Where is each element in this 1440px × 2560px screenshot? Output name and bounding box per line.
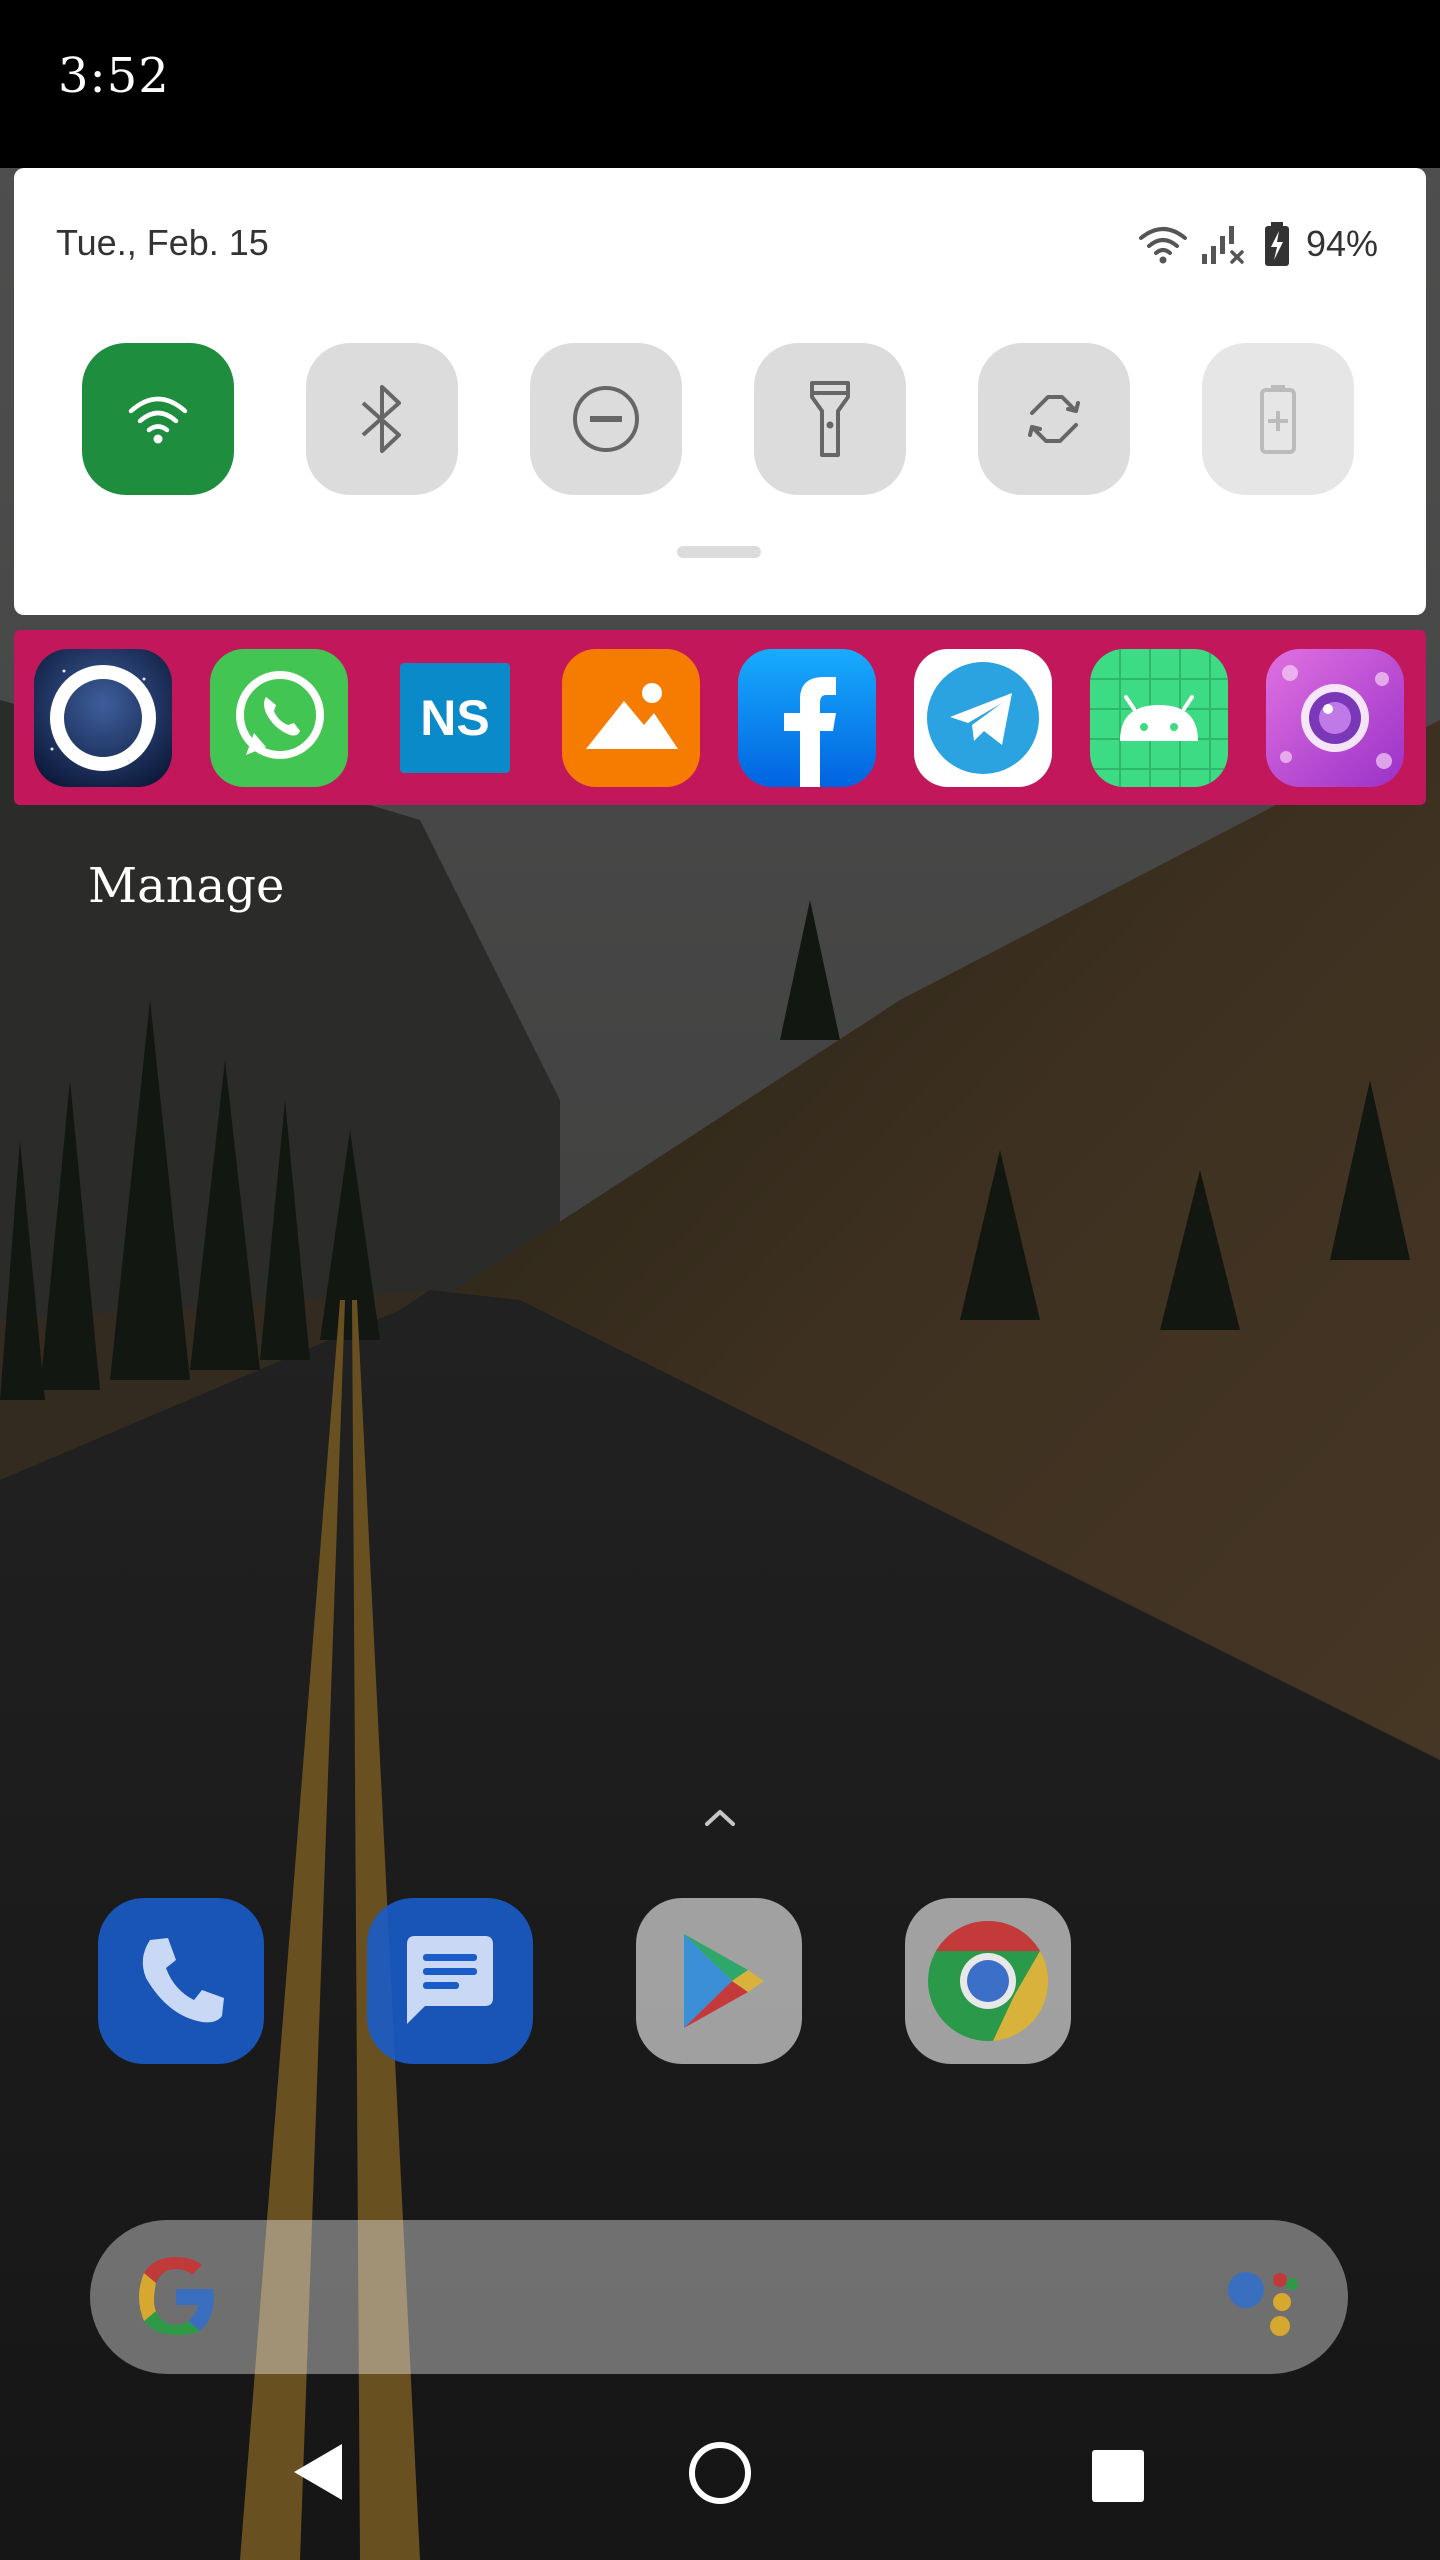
messages-icon[interactable] [367,1898,533,2064]
qs-date[interactable]: Tue., Feb. 15 [56,222,269,264]
cellular-no-signal-icon [1201,226,1244,264]
wifi-icon [128,396,188,444]
app-drawer-chevron-icon[interactable] [703,1808,737,1828]
qs-drag-handle[interactable] [677,546,761,558]
manage-button[interactable]: Manage [88,858,284,914]
status-clock: 3:52 [58,48,170,104]
google-assistant-icon[interactable] [1222,2258,1302,2338]
play-store-icon[interactable] [636,1898,802,2064]
battery-charging-icon [1264,222,1289,266]
android-app-icon[interactable] [1090,649,1228,787]
google-search-bar[interactable] [90,2220,1348,2374]
ns-app-icon[interactable]: NS [386,649,524,787]
night-sky-app-icon[interactable] [34,649,172,787]
home-icon[interactable] [687,2440,753,2506]
whatsapp-icon[interactable] [210,649,348,787]
phone-icon[interactable] [98,1898,264,2064]
bluetooth-tile[interactable] [306,343,458,495]
back-icon[interactable] [290,2440,346,2504]
chrome-icon[interactable] [905,1898,1071,2064]
do-not-disturb-icon [573,386,639,452]
auto-rotate-icon [1028,395,1080,443]
bluetooth-icon [361,385,401,453]
recents-icon[interactable] [1090,2448,1146,2504]
ns-app-label: NS [420,690,489,746]
auto-rotate-tile[interactable] [978,343,1130,495]
flashlight-icon [810,381,850,457]
app-strip: NS [14,630,1426,805]
flashlight-tile[interactable] [754,343,906,495]
facebook-icon[interactable] [738,649,876,787]
google-g-icon [139,2257,214,2335]
quick-settings-panel: Tue., Feb. 15 94% [14,168,1426,615]
do-not-disturb-tile[interactable] [530,343,682,495]
battery-saver-tile[interactable] [1202,343,1354,495]
battery-saver-icon [1260,385,1296,454]
qs-status-icons: 94% [1136,222,1378,266]
wifi-signal-icon [1138,227,1187,264]
gallery-icon[interactable] [562,649,700,787]
wifi-tile[interactable] [82,343,234,495]
battery-percent: 94% [1305,223,1378,264]
camera-app-icon[interactable] [1266,649,1404,787]
telegram-icon[interactable] [914,649,1052,787]
status-bar: 3:52 [0,0,1440,168]
